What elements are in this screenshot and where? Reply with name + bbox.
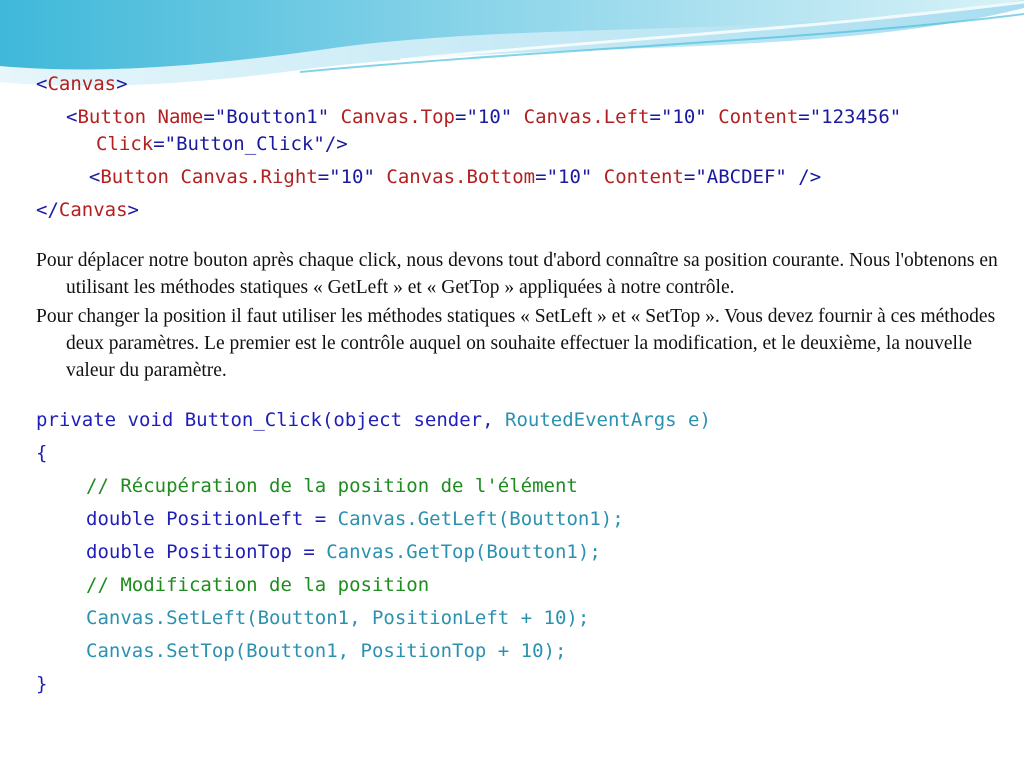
csharp-open-brace: { [36, 442, 48, 464]
csharp-close-brace: } [36, 673, 48, 695]
csharp-line-set-top: Canvas.SetTop(Boutton1, PositionTop + 10… [86, 640, 567, 662]
csharp-line-set-left: Canvas.SetLeft(Boutton1, PositionLeft + … [86, 607, 590, 629]
csharp-signature: private void Button_Click(object sender,… [36, 409, 711, 431]
csharp-comment-modification: // Modification de la position [86, 574, 430, 596]
paragraph-set-position: Pour changer la position il faut utilise… [36, 306, 996, 381]
xaml-line-canvas-close: </Canvas> [36, 199, 139, 221]
xaml-line-canvas-open: <Canvas> [36, 73, 128, 95]
csharp-comment-recuperation: // Récupération de la position de l'élém… [86, 475, 578, 497]
slide-content: <Canvas> <Button Name="Boutton1" Canvas.… [36, 68, 1006, 701]
xaml-line-button2: <Button Canvas.Right="10" Canvas.Bottom=… [88, 166, 822, 188]
csharp-line-position-top: double PositionTop = Canvas.GetTop(Boutt… [86, 541, 601, 563]
xaml-line-button1: <Button Name="Boutton1" Canvas.Top="10" … [66, 106, 902, 155]
csharp-line-position-left: double PositionLeft = Canvas.GetLeft(Bou… [86, 508, 624, 530]
paragraph-get-position: Pour déplacer notre bouton après chaque … [36, 250, 998, 298]
